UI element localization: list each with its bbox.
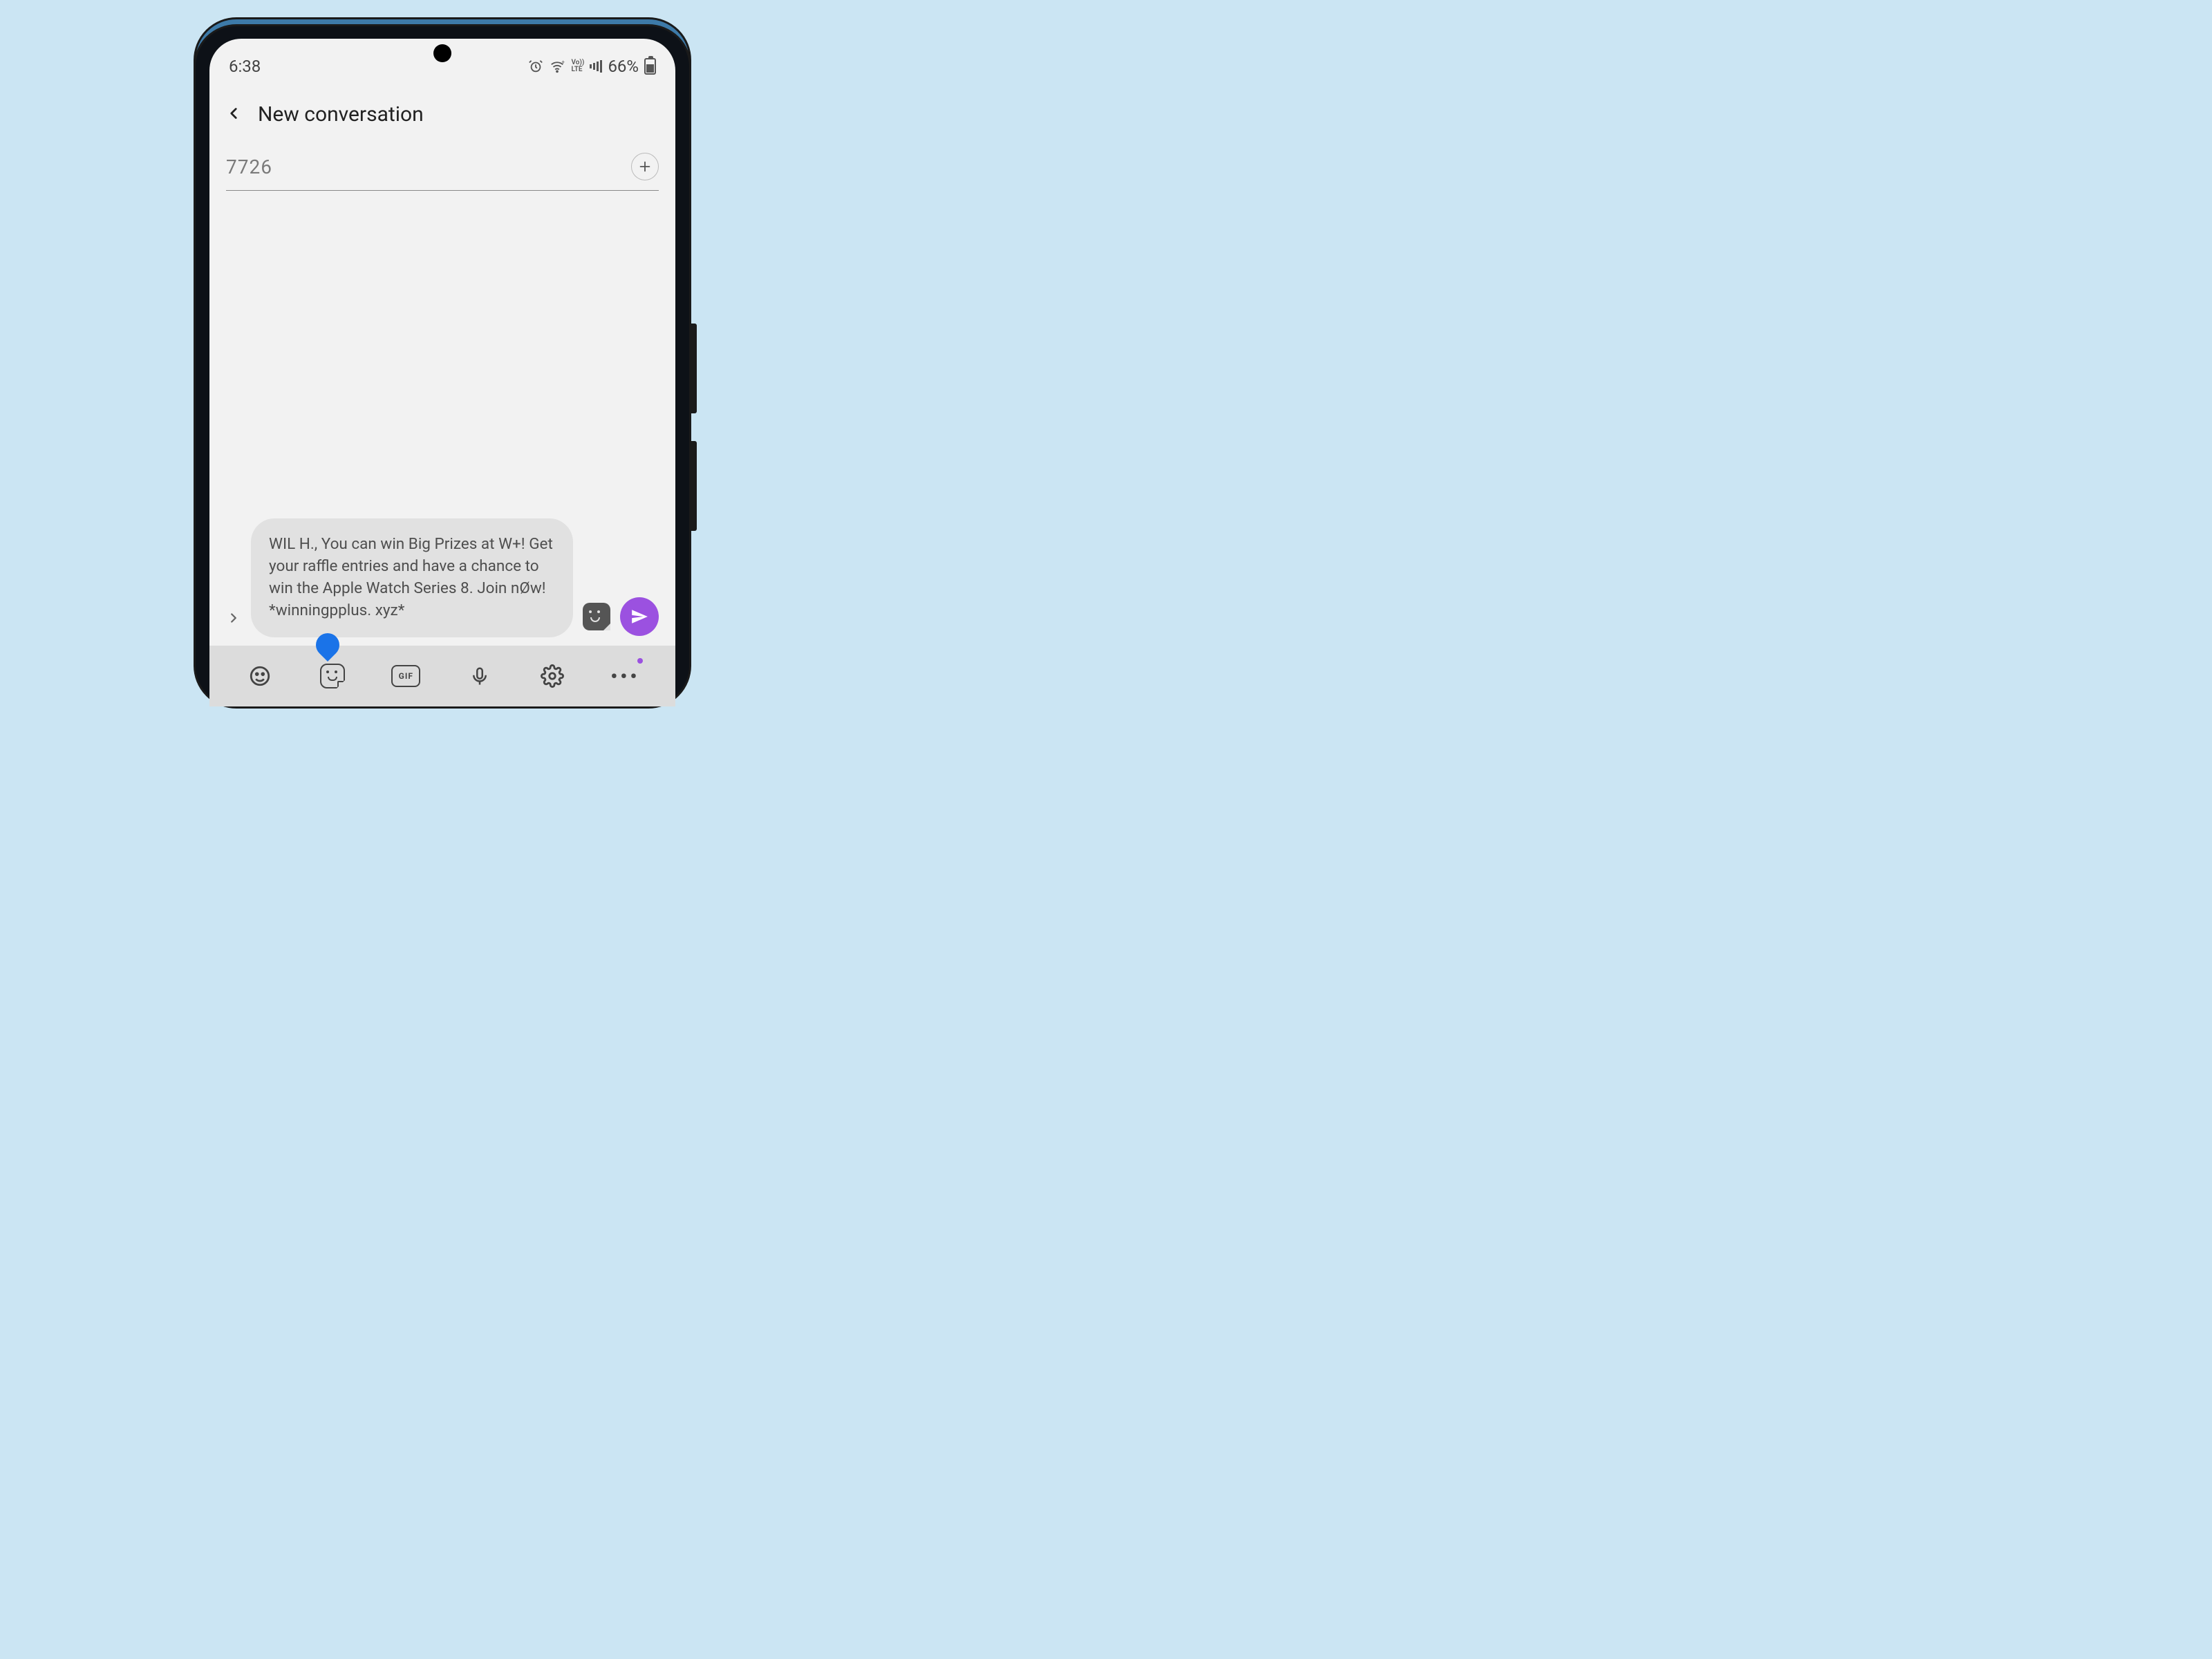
message-input[interactable]: WIL H., You can win Big Prizes at W+! Ge… [251, 518, 573, 637]
text-cursor-handle[interactable] [316, 633, 339, 662]
gif-button[interactable]: GIF [391, 665, 420, 687]
status-time: 6:38 [229, 57, 261, 76]
side-button-volume[interactable] [689, 324, 697, 413]
expand-button[interactable] [226, 608, 241, 637]
keyboard-toolbar: GIF ••• [209, 646, 675, 706]
recipient-input[interactable]: 7726 [226, 156, 272, 178]
back-button[interactable] [225, 104, 243, 125]
settings-icon[interactable] [538, 662, 566, 690]
page-title: New conversation [258, 102, 424, 126]
sticker-icon[interactable] [319, 662, 346, 690]
compose-area: WIL H., You can win Big Prizes at W+! Ge… [209, 518, 675, 641]
more-icon[interactable]: ••• [611, 662, 639, 690]
side-button-power[interactable] [689, 441, 697, 531]
add-recipient-button[interactable] [631, 153, 659, 180]
alarm-icon [528, 59, 543, 74]
battery-icon [644, 58, 656, 75]
voice-icon[interactable] [466, 662, 494, 690]
emoji-sticker-button[interactable] [583, 603, 610, 630]
wifi-icon: + [549, 59, 565, 74]
send-button[interactable] [620, 597, 659, 636]
volte-icon: Vo)) LTE [571, 59, 584, 73]
camera-cutout [433, 44, 451, 62]
battery-percent: 66% [608, 57, 639, 76]
emoji-icon[interactable] [246, 662, 274, 690]
signal-icon [590, 60, 602, 73]
svg-text:+: + [562, 59, 565, 66]
